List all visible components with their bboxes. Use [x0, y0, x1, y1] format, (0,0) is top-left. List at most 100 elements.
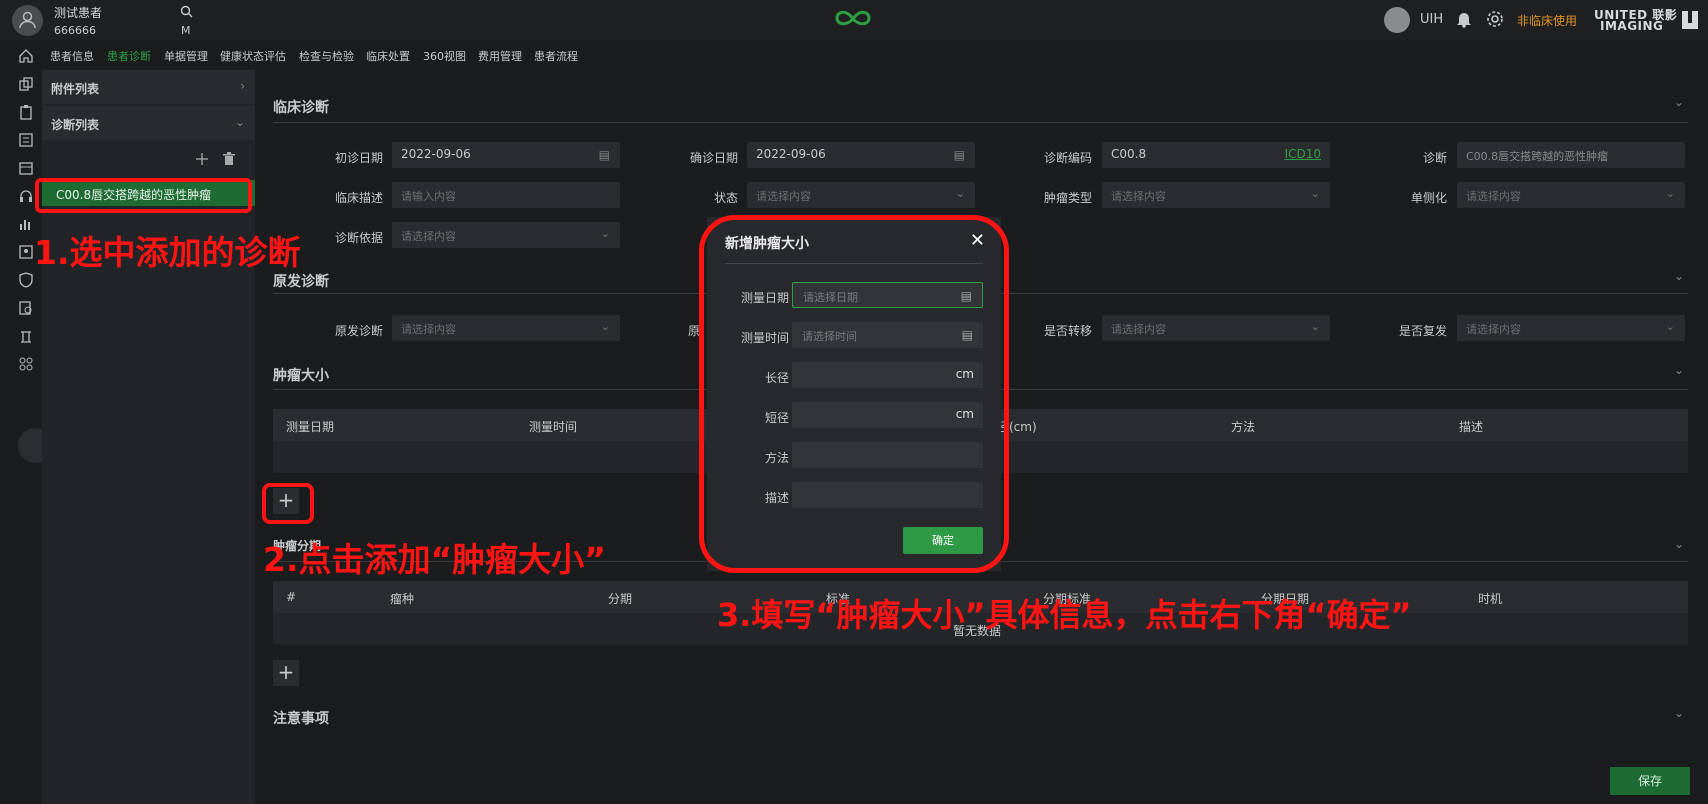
top-bar: 测试患者 666666 M UIH 非临床使用 UNITED 联影 IMAGIN… [0, 0, 1708, 40]
add-staging-button[interactable]: + [273, 660, 299, 686]
confirm-date-value: 2022-09-06 [756, 147, 826, 161]
placeholder: 请选择内容 [401, 323, 456, 336]
recurrence-label: 是否复发 [1398, 324, 1447, 338]
tab-document-management[interactable]: 单据管理 [164, 48, 208, 64]
column-header: 描述 [1459, 420, 1484, 434]
document-search-icon[interactable] [18, 300, 34, 316]
icd10-link[interactable]: ICD10 [1285, 147, 1321, 161]
collapse-chevron-icon[interactable]: ⌄ [1674, 95, 1684, 109]
shield-icon[interactable] [18, 272, 34, 288]
bell-icon[interactable] [1456, 10, 1472, 31]
save-button[interactable]: 保存 [1610, 767, 1690, 795]
add-icon[interactable] [195, 152, 209, 166]
brand-logo: UNITED 联影 IMAGING [1594, 9, 1677, 32]
diagnosis-list-label: 诊断列表 [51, 118, 100, 132]
apps-icon[interactable] [18, 356, 34, 372]
column-header: 时机 [1478, 592, 1503, 606]
brand-mark-icon [1682, 11, 1698, 29]
diagnosis-field[interactable]: C00.8唇交搭跨越的恶性肿瘤 [1457, 142, 1685, 168]
tab-patient-flow[interactable]: 患者流程 [534, 48, 578, 64]
first-date-label: 初诊日期 [334, 151, 383, 165]
tab-360-view[interactable]: 360视图 [423, 48, 466, 64]
laterality-select[interactable]: 请选择内容 ⌄ [1457, 182, 1685, 208]
trash-icon[interactable] [223, 152, 235, 166]
copy-icon[interactable] [18, 76, 34, 92]
diagnosis-basis-select[interactable]: 请选择内容 ⌄ [392, 222, 620, 248]
placeholder: 请选择内容 [1466, 323, 1521, 336]
first-date-value: 2022-09-06 [401, 147, 471, 161]
diagnosis-code-field[interactable]: C00.8 ICD10 [1102, 142, 1330, 168]
tumor-size-title: 肿瘤大小 [273, 368, 329, 384]
gear-icon[interactable] [1486, 10, 1504, 31]
annotation-step-3: 3.填写“肿瘤大小”具体信息，点击右下角“确定” [717, 596, 1412, 634]
annotation-highlight-2 [262, 483, 314, 524]
attachment-list-header[interactable]: 附件列表 › [42, 70, 255, 104]
tab-health-assessment[interactable]: 健康状态评估 [220, 48, 286, 64]
recurrence-select[interactable]: 请选择内容 ⌄ [1457, 315, 1685, 341]
tower-icon[interactable] [18, 328, 34, 344]
search-icon[interactable] [180, 5, 193, 21]
placeholder: 请选择内容 [401, 230, 456, 243]
patient-name: 测试患者 [54, 6, 103, 20]
home-icon[interactable] [18, 48, 34, 64]
user-name[interactable]: UIH [1420, 12, 1443, 27]
column-header: 分期 [608, 592, 633, 606]
patient-id: 666666 [54, 24, 96, 37]
metastasis-select[interactable]: 请选择内容 ⌄ [1102, 315, 1330, 341]
placeholder: 请选择内容 [1466, 190, 1521, 203]
chevron-down-icon: ⌄ [600, 320, 610, 333]
tab-patient-diagnosis[interactable]: 患者诊断 [107, 48, 151, 64]
placeholder: 请选择内容 [756, 190, 811, 203]
column-header: 测量日期 [286, 420, 335, 434]
clinical-desc-input[interactable]: 请输入内容 [392, 182, 620, 208]
collapse-chevron-icon[interactable]: ⌄ [1674, 706, 1684, 720]
chevron-down-icon: ⌄ [1665, 320, 1675, 333]
chevron-right-icon: › [240, 79, 245, 93]
confirm-date-label: 确诊日期 [689, 151, 738, 165]
tab-exams[interactable]: 检查与检验 [299, 48, 354, 64]
notes-title: 注意事项 [273, 711, 329, 727]
chevron-down-icon: ⌄ [1310, 187, 1320, 200]
section-divider [273, 122, 1688, 123]
confirm-date-field[interactable]: 2022-09-06 ▤ [747, 142, 975, 168]
diagnosis-value: C00.8唇交搭跨越的恶性肿瘤 [1466, 150, 1609, 163]
non-clinical-label: 非临床使用 [1517, 14, 1578, 28]
tab-patient-info[interactable]: 患者信息 [50, 48, 94, 64]
annotation-step-2: 2.点击添加“肿瘤大小” [263, 540, 606, 579]
tumor-type-select[interactable]: 请选择内容 ⌄ [1102, 182, 1330, 208]
collapse-chevron-icon[interactable]: ⌄ [1674, 363, 1684, 377]
collapse-chevron-icon[interactable]: ⌄ [1674, 537, 1684, 551]
diagnosis-code-value: C00.8 [1111, 147, 1147, 161]
diagnosis-list-header[interactable]: 诊断列表 ⌄ [42, 106, 255, 140]
annotation-highlight-3 [699, 215, 1009, 573]
icon-rail: › [0, 40, 53, 804]
laterality-label: 单侧化 [1410, 191, 1447, 205]
calendar-icon[interactable] [18, 160, 34, 176]
annotation-highlight-1 [35, 178, 252, 213]
primary-diagnosis-title: 原发诊断 [273, 274, 329, 290]
chart-icon[interactable] [18, 216, 34, 232]
status-select[interactable]: 请选择内容 ⌄ [747, 182, 975, 208]
report-icon[interactable] [18, 132, 34, 148]
user-avatar[interactable] [1384, 7, 1410, 33]
primary-diagnosis-select[interactable]: 请选择内容 ⌄ [392, 315, 620, 341]
tab-clinical-treatment[interactable]: 临床处置 [366, 48, 410, 64]
chevron-down-icon: ⌄ [955, 187, 965, 200]
tab-billing[interactable]: 费用管理 [478, 48, 522, 64]
attachment-list-label: 附件列表 [51, 82, 100, 96]
collapse-chevron-icon[interactable]: ⌄ [1674, 269, 1684, 283]
chevron-down-icon: ⌄ [234, 115, 245, 129]
diagnosis-code-label: 诊断编码 [1043, 151, 1092, 165]
placeholder: 请选择内容 [1111, 190, 1166, 203]
placeholder: 请输入内容 [401, 190, 456, 203]
first-date-field[interactable]: 2022-09-06 ▤ [392, 142, 620, 168]
id-card-icon[interactable] [18, 244, 34, 260]
primary-diagnosis-label: 原发诊断 [334, 324, 383, 338]
user-icon [19, 11, 36, 29]
column-header: 瘤种 [390, 592, 415, 606]
patient-avatar[interactable] [12, 5, 43, 36]
headset-icon[interactable] [18, 188, 34, 204]
diagnosis-basis-label: 诊断依据 [334, 231, 383, 245]
clipboard-icon[interactable] [18, 104, 34, 120]
annotation-step-1: 1.选中添加的诊断 [34, 233, 301, 272]
